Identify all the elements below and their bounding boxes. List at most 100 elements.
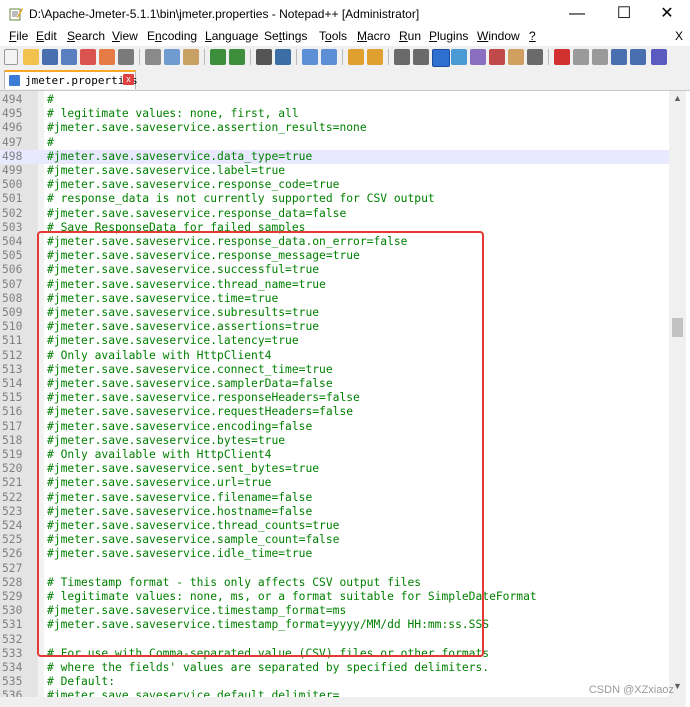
toolbar-separator [139, 49, 140, 65]
print-icon[interactable] [118, 49, 134, 65]
code-text[interactable]: #jmeter.save.saveservice.response_data=f… [47, 207, 346, 221]
doc-map-icon[interactable] [470, 49, 486, 65]
code-text[interactable]: # [47, 136, 54, 150]
code-text[interactable]: #jmeter.save.saveservice.response_code=t… [47, 178, 339, 192]
line-number: 511 [2, 334, 23, 348]
menu-plugins[interactable]: Plugins [429, 29, 468, 43]
vertical-scroll-thumb[interactable] [672, 318, 683, 337]
undo-icon[interactable] [210, 49, 226, 65]
copy-icon[interactable] [164, 49, 180, 65]
close-all-icon[interactable] [99, 49, 115, 65]
line-number: 523 [2, 504, 23, 518]
menu-help[interactable]: ? [529, 29, 536, 43]
new-file-icon[interactable] [4, 49, 18, 65]
code-text[interactable]: #jmeter.save.saveservice.assertion_resul… [47, 121, 367, 135]
line-number: 495 [2, 107, 23, 121]
scroll-up-arrow-icon[interactable]: ▲ [669, 93, 686, 103]
code-line[interactable]: 497 # [0, 136, 669, 150]
line-number: 533 [2, 646, 23, 660]
paste-icon[interactable] [183, 49, 199, 65]
menu-language[interactable]: Language [205, 29, 258, 43]
zoom-out-icon[interactable] [321, 49, 337, 65]
code-line[interactable]: 494 # [0, 93, 669, 107]
editor-area[interactable]: 494 #495 # legitimate values: none, first,… [0, 91, 669, 697]
tab-close-icon[interactable]: x [123, 74, 134, 85]
code-line[interactable]: 535 # Default: [0, 675, 669, 689]
line-number: 532 [2, 632, 23, 646]
maximize-button[interactable]: ☐ [601, 0, 647, 28]
monitoring-icon[interactable] [527, 49, 543, 65]
menu-view[interactable]: View [112, 29, 138, 43]
minimize-button[interactable]: — [554, 0, 600, 28]
code-text[interactable]: # response_data is not currently support… [47, 192, 435, 206]
folder-workspace-icon[interactable] [508, 49, 524, 65]
line-number: 513 [2, 362, 23, 376]
code-text[interactable]: #jmeter.save.saveservice.default_delimit… [47, 689, 339, 697]
code-line[interactable]: 536 #jmeter.save.saveservice.default_deli… [0, 689, 669, 697]
run-macro-multiple-icon[interactable] [611, 49, 627, 65]
menu-tools[interactable]: Tools [319, 29, 347, 43]
line-number: 522 [2, 490, 23, 504]
open-file-icon[interactable] [23, 49, 39, 65]
sync-vertical-icon[interactable] [348, 49, 364, 65]
toolbar-separator [204, 49, 205, 65]
code-line[interactable]: 534 # where the fields' values are separa… [0, 661, 669, 675]
indent-guide-icon[interactable] [432, 49, 450, 67]
code-text[interactable]: # Default: [47, 675, 115, 689]
line-number: 503 [2, 220, 23, 234]
line-number: 504 [2, 235, 23, 248]
language-icon[interactable] [451, 49, 467, 65]
cut-icon[interactable] [145, 49, 161, 65]
menu-run[interactable]: Run [399, 29, 421, 43]
play-macro-icon[interactable] [592, 49, 608, 65]
line-number: 514 [2, 377, 23, 390]
menu-file[interactable]: File [9, 29, 28, 43]
save-icon[interactable] [42, 49, 58, 65]
line-number: 517 [2, 419, 23, 433]
zoom-in-icon[interactable] [302, 49, 318, 65]
code-line[interactable]: 502 #jmeter.save.saveservice.response_dat… [0, 207, 669, 221]
close-window-button[interactable]: ✕ [644, 0, 690, 28]
line-number: 515 [2, 391, 23, 405]
menu-search[interactable]: Search [67, 29, 105, 43]
menu-macro[interactable]: Macro [357, 29, 390, 43]
save-all-icon[interactable] [61, 49, 77, 65]
save-macro-icon[interactable] [630, 49, 646, 65]
line-number: 497 [2, 135, 23, 149]
code-line[interactable]: 501 # response_data is not currently supp… [0, 192, 669, 206]
word-wrap-icon[interactable] [394, 49, 410, 65]
horizontal-scrollbar[interactable] [0, 697, 686, 707]
replace-icon[interactable] [275, 49, 291, 65]
menu-encoding[interactable]: Encoding [147, 29, 197, 43]
code-line[interactable]: 495 # legitimate values: none, first, all [0, 107, 669, 121]
code-text[interactable]: # [47, 93, 54, 107]
code-text[interactable]: # where the fields' values are separated… [47, 661, 489, 675]
redo-icon[interactable] [229, 49, 245, 65]
close-file-icon[interactable] [80, 49, 96, 65]
code-text[interactable]: #jmeter.save.saveservice.label=true [47, 164, 285, 178]
line-number: 528 [2, 575, 23, 589]
stop-macro-icon[interactable] [573, 49, 589, 65]
spell-check-icon[interactable] [651, 49, 667, 65]
show-all-chars-icon[interactable] [413, 49, 429, 65]
menu-window[interactable]: Window [477, 29, 520, 43]
code-text[interactable]: # legitimate values: none, first, all [47, 107, 299, 121]
close-document-button[interactable]: X [675, 29, 683, 43]
vertical-scrollbar[interactable]: ▲ ▼ [669, 91, 686, 697]
code-line[interactable]: 496 #jmeter.save.saveservice.assertion_re… [0, 121, 669, 135]
title-bar: D:\Apache-Jmeter-5.1.1\bin\jmeter.proper… [0, 0, 690, 28]
tab-jmeter-properties[interactable]: jmeter.properties x [4, 70, 138, 89]
tab-label: jmeter.properties [25, 74, 138, 87]
code-line[interactable]: 499 #jmeter.save.saveservice.label=true [0, 164, 669, 178]
record-macro-icon[interactable] [554, 49, 570, 65]
code-line[interactable]: 500 #jmeter.save.saveservice.response_cod… [0, 178, 669, 192]
menu-edit[interactable]: Edit [36, 29, 57, 43]
menu-settings[interactable]: Settings [264, 29, 307, 43]
code-line[interactable]: 498 #jmeter.save.saveservice.data_type=tr… [0, 149, 669, 164]
find-icon[interactable] [256, 49, 272, 65]
sync-horizontal-icon[interactable] [367, 49, 383, 65]
code-text[interactable]: #jmeter.save.saveservice.data_type=true [47, 150, 312, 164]
notepadpp-app-icon [9, 8, 23, 21]
line-number: 534 [2, 661, 23, 674]
function-list-icon[interactable] [489, 49, 505, 65]
